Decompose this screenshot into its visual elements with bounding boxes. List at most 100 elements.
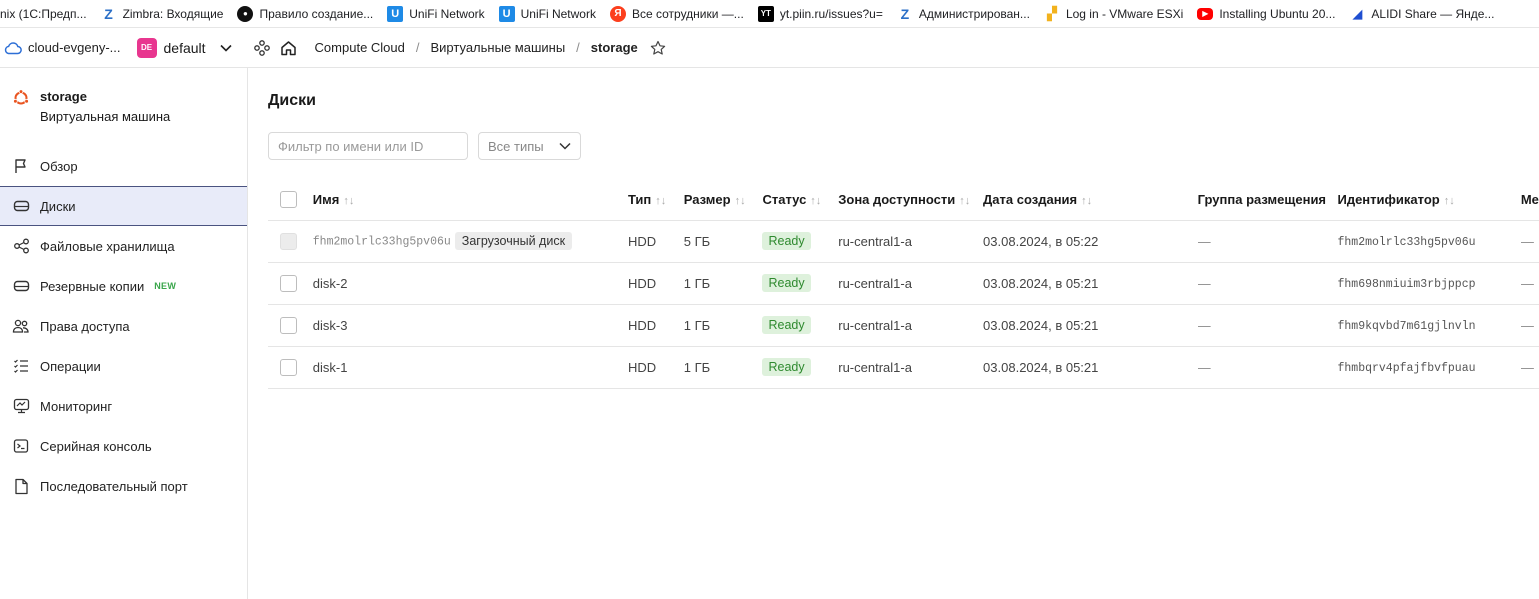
col-header-created[interactable]: Дата создания ↑↓ — [983, 180, 1198, 221]
disk-name[interactable]: disk-1 — [312, 346, 628, 389]
table-row[interactable]: disk-1 HDD 1 ГБ Ready ru-central1-a 03.0… — [268, 346, 1539, 389]
row-checkbox[interactable] — [280, 274, 297, 292]
table-row[interactable]: disk-3 HDD 1 ГБ Ready ru-central1-a 03.0… — [268, 304, 1539, 347]
table-row[interactable]: fhm2molrlc33hg5pv06u Загрузочный диск HDD… — [268, 220, 1539, 263]
row-checkbox[interactable] — [280, 316, 297, 334]
sidebar-item-operations[interactable]: Операции — [0, 346, 247, 386]
disk-created: 03.08.2024, в 05:22 — [983, 220, 1198, 263]
sidebar-item-file-storage[interactable]: Файловые хранилища — [0, 226, 247, 266]
zimbra-icon: Z — [104, 5, 113, 22]
nodes-icon — [12, 237, 30, 255]
status-badge: Ready — [762, 316, 811, 334]
sidebar-nav: Обзор Диски Файловые хранилища Резервные… — [0, 146, 247, 506]
col-header-size[interactable]: Размер ↑↓ — [683, 180, 763, 221]
type-select[interactable]: Все типы — [478, 132, 581, 160]
disk-icon — [12, 197, 30, 215]
breadcrumb-current: storage — [590, 40, 638, 55]
row-checkbox[interactable] — [280, 358, 297, 376]
sidebar-item-disks[interactable]: Диски — [0, 186, 247, 226]
folder-selector[interactable]: DE default — [136, 37, 232, 58]
disk-placement-group: — — [1197, 220, 1338, 263]
list-icon — [12, 357, 30, 375]
sidebar-item-backups[interactable]: Резервные копии NEW — [0, 266, 247, 306]
filter-input[interactable] — [268, 132, 468, 160]
disk-placement-group: — — [1197, 346, 1338, 389]
breadcrumb-compute-cloud[interactable]: Compute Cloud — [315, 40, 405, 55]
main-content: Диски Все типы Имя↑↓ Тип↑↓ Размер↑↓ Стат… — [248, 68, 1539, 599]
sidebar-item-serial-port[interactable]: Последовательный порт — [0, 466, 247, 506]
sort-icon: ↑↓ — [1081, 195, 1093, 208]
bookmark[interactable]: ◢ ALIDI Share — Янде... — [1349, 0, 1494, 27]
sidebar-item-access[interactable]: Права доступа — [0, 306, 247, 346]
chevron-down-icon — [559, 142, 571, 150]
bookmark[interactable]: Z Zimbra: Входящие — [101, 0, 223, 27]
disk-type: HDD — [627, 346, 684, 389]
col-header-zone[interactable]: Зона доступности ↑↓ — [838, 180, 984, 221]
bookmark[interactable]: Я Все сотрудники —... — [609, 0, 744, 27]
services-icon[interactable] — [253, 39, 270, 56]
disk-size: 1 ГБ — [683, 346, 763, 389]
github-icon: ● — [237, 5, 254, 22]
disk-name[interactable]: disk-2 — [312, 262, 628, 305]
youtrack-icon: YT — [757, 5, 774, 22]
disk-zone: ru-central1-a — [838, 304, 984, 347]
disk-size: 1 ГБ — [683, 304, 763, 347]
breadcrumb: Compute Cloud / Виртуальные машины / sto… — [315, 40, 666, 56]
bookmark[interactable]: U UniFi Network — [387, 0, 485, 27]
star-icon[interactable] — [650, 40, 666, 56]
disk-name[interactable]: disk-3 — [312, 304, 628, 347]
col-header-id[interactable]: Идентификатор ↑↓ — [1337, 180, 1521, 221]
disk-placement-group: — — [1197, 304, 1338, 347]
sidebar-item-serial-console[interactable]: Серийная консоль — [0, 426, 247, 466]
col-header-status[interactable]: Статус ↑↓ — [762, 180, 839, 221]
bookmark[interactable]: ▞ Log in - VMware ESXi — [1044, 0, 1183, 27]
top-header: cloud-evgeny-... DE default Compute Clou… — [0, 28, 1539, 68]
col-header-type[interactable]: Тип ↑↓ — [627, 180, 684, 221]
sort-icon: ↑↓ — [959, 195, 971, 208]
disk-type: HDD — [627, 262, 684, 305]
bookmarks-bar: nix (1С:Предп... Z Zimbra: Входящие ● Прав… — [0, 0, 1539, 28]
bookmark[interactable]: U UniFi Network — [498, 0, 596, 27]
bookmark[interactable]: ● Правило создание... — [237, 0, 373, 27]
disk-extra: — — [1520, 304, 1539, 347]
status-badge: Ready — [762, 232, 811, 250]
vm-name: storage — [40, 89, 87, 104]
col-header-placement-group: Группа размещения — [1197, 180, 1338, 221]
share-icon: ◢ — [1352, 5, 1363, 21]
backup-icon — [12, 277, 30, 295]
disk-placement-group: — — [1197, 262, 1338, 305]
disk-size: 5 ГБ — [683, 220, 763, 263]
bookmark[interactable]: YT yt.piin.ru/issues?u= — [757, 0, 883, 27]
monitor-icon — [12, 397, 30, 415]
disk-type: HDD — [627, 220, 684, 263]
sidebar: storage Виртуальная машина Обзор Диски Ф… — [0, 68, 248, 599]
folder-badge: DE — [136, 37, 157, 58]
col-header-name[interactable]: Имя ↑↓ — [312, 180, 628, 221]
table-row[interactable]: disk-2 HDD 1 ГБ Ready ru-central1-a 03.0… — [268, 262, 1539, 305]
sort-icon: ↑↓ — [734, 195, 746, 208]
home-icon[interactable] — [280, 40, 297, 56]
page-title: Диски — [268, 92, 316, 109]
breadcrumb-vms[interactable]: Виртуальные машины — [431, 40, 566, 55]
sidebar-item-monitoring[interactable]: Мониторинг — [0, 386, 247, 426]
unifi-icon: U — [498, 5, 515, 22]
select-all-checkbox[interactable] — [280, 191, 297, 209]
sort-icon: ↑↓ — [655, 195, 667, 208]
disk-name[interactable]: fhm2molrlc33hg5pv06u — [313, 235, 451, 248]
disk-id: fhmbqrv4pfajfbvfpuau — [1337, 362, 1476, 375]
disks-table: Имя ↑↓ Тип ↑↓ Размер ↑↓ Статус ↑↓ Зона досту… — [268, 180, 1539, 389]
console-icon — [12, 437, 30, 455]
sort-icon: ↑↓ — [343, 195, 355, 208]
bookmark[interactable]: ▶ Installing Ubuntu 20... — [1197, 0, 1335, 27]
new-badge: NEW — [154, 281, 177, 291]
cloud-selector[interactable]: cloud-evgeny-... — [4, 40, 121, 55]
breadcrumb-separator: / — [415, 40, 420, 55]
table-header-row: Имя ↑↓ Тип ↑↓ Размер ↑↓ Статус ↑↓ Зона досту… — [268, 180, 1539, 221]
disk-zone: ru-central1-a — [838, 220, 984, 263]
bookmark[interactable]: Z Администрирован... — [897, 0, 1030, 27]
bookmark[interactable]: nix (1С:Предп... — [0, 0, 87, 27]
disk-id: fhm698nmiuim3rbjppcp — [1337, 278, 1476, 291]
disk-type: HDD — [627, 304, 684, 347]
cloud-name: cloud-evgeny-... — [28, 40, 121, 55]
sidebar-item-overview[interactable]: Обзор — [0, 146, 247, 186]
